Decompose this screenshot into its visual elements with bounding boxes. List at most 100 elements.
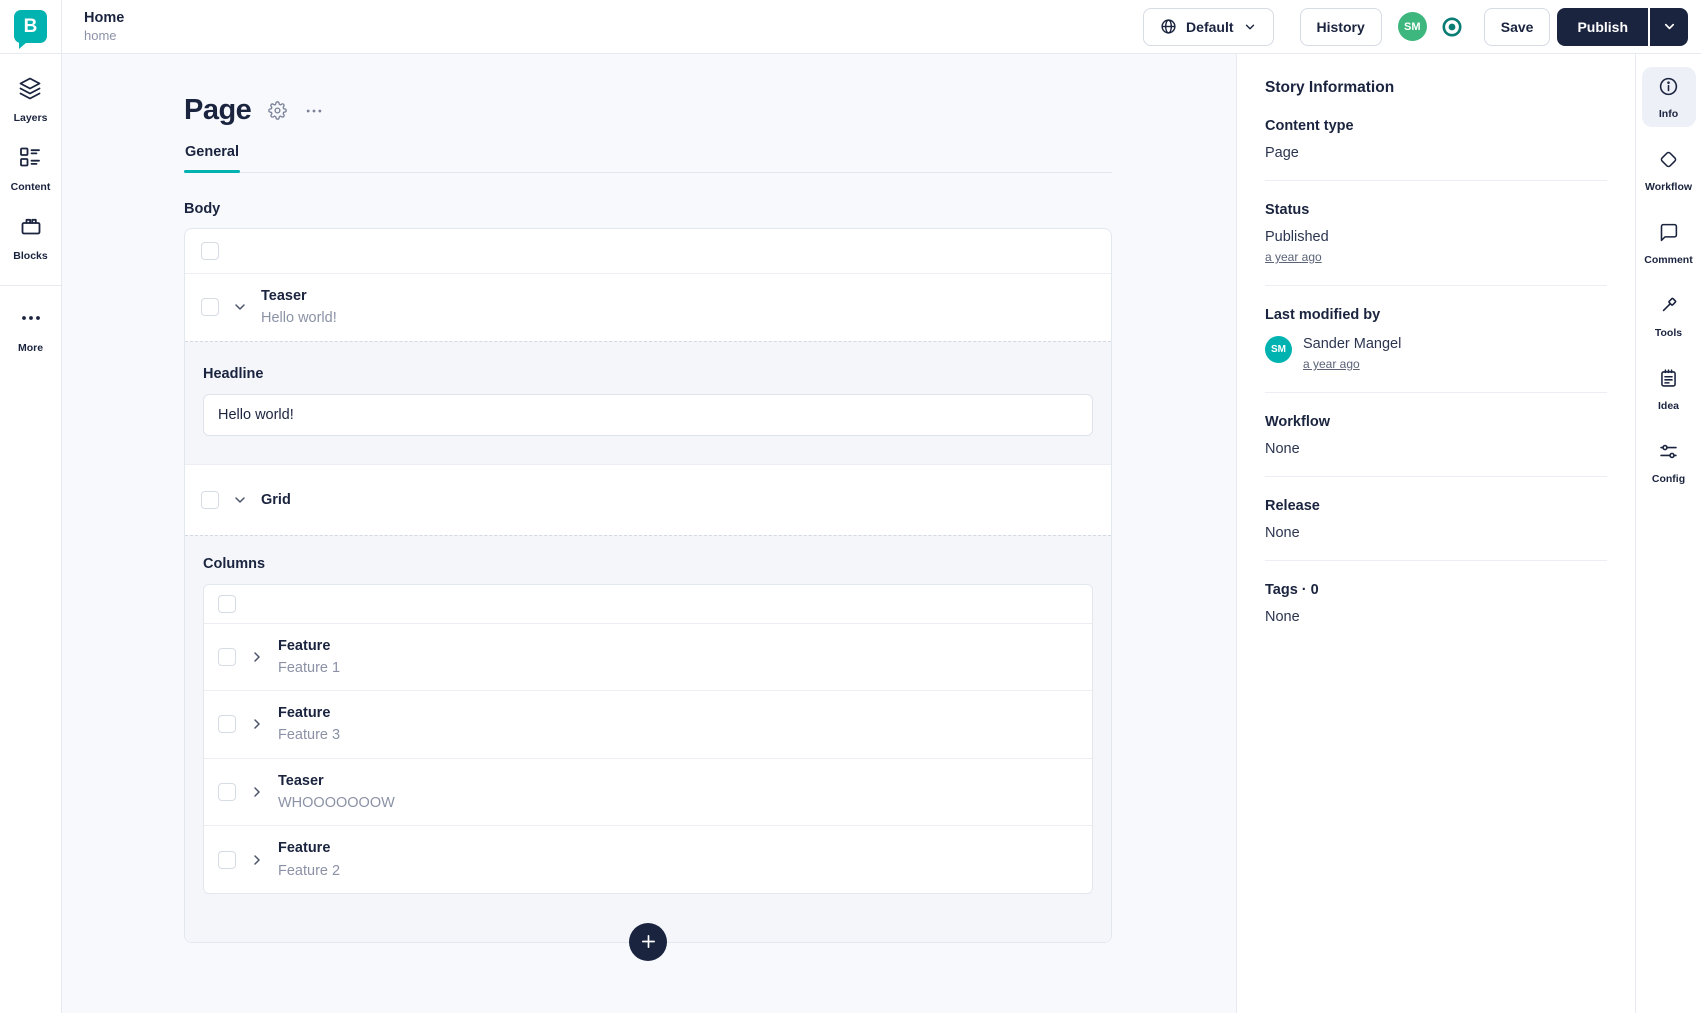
chevron-right-icon[interactable] <box>249 649 265 665</box>
ellipsis-menu-icon[interactable] <box>304 101 324 121</box>
column-block-row[interactable]: Feature Feature 1 <box>204 624 1092 692</box>
storyblok-logo[interactable]: B <box>14 10 47 49</box>
sliders-icon <box>1658 441 1679 467</box>
grid-expanded-section: Columns Feature Feature 1 Feature Featur… <box>185 534 1111 924</box>
block-name: Grid <box>261 491 291 508</box>
hammer-icon <box>1658 295 1679 321</box>
release-section: Release None <box>1265 477 1607 561</box>
headline-input[interactable] <box>203 393 1093 436</box>
chevron-down-icon[interactable] <box>232 299 248 315</box>
workflow-diamond-icon <box>1658 149 1679 175</box>
gear-icon[interactable] <box>268 101 288 120</box>
page-title-row: Page <box>184 54 1112 127</box>
rail-item-label: Tools <box>1654 327 1683 339</box>
workflow-value: None <box>1265 441 1300 457</box>
storyblok-logo-letter: B <box>23 15 38 37</box>
column-block-row[interactable]: Feature Feature 3 <box>204 691 1092 759</box>
sidebar-item-more[interactable]: More <box>18 306 43 354</box>
header-actions: Default History SM Save Publish <box>1143 7 1701 46</box>
sidebar-item-label: Blocks <box>13 250 48 262</box>
rail-item-label: Idea <box>1657 400 1679 412</box>
sidebar-item-content[interactable]: Content <box>10 145 51 193</box>
select-all-row <box>185 229 1111 274</box>
columns-card: Feature Feature 1 Feature Feature 3 Teas… <box>203 583 1093 894</box>
block-checkbox[interactable] <box>218 715 236 734</box>
info-icon <box>1658 76 1679 102</box>
select-all-row <box>204 585 1092 624</box>
block-checkbox[interactable] <box>201 490 219 509</box>
block-checkbox[interactable] <box>218 647 236 666</box>
rail-item-label: Workflow <box>1644 181 1693 193</box>
rail-item-info[interactable]: Info <box>1641 67 1696 127</box>
language-selector-label: Default <box>1186 18 1234 35</box>
teaser-block-row[interactable]: Teaser Hello world! <box>185 274 1111 341</box>
language-selector-button[interactable]: Default <box>1143 7 1274 46</box>
tab-general[interactable]: General <box>184 144 240 173</box>
user-avatar[interactable]: SM <box>1397 12 1427 41</box>
layers-icon <box>18 76 42 105</box>
block-preview: WHOOOOOOOW <box>278 795 395 812</box>
editor-main-area: Page General Body Teaser Hello world! He… <box>62 54 1236 1013</box>
sidebar-item-label: Content <box>10 181 51 193</box>
logo-cell: B <box>0 0 62 53</box>
block-name: Feature <box>278 840 331 857</box>
history-button-label: History <box>1316 18 1365 35</box>
block-name: Teaser <box>278 772 324 789</box>
block-checkbox[interactable] <box>201 298 219 317</box>
content-list-icon <box>18 145 42 174</box>
notepad-icon <box>1658 368 1679 394</box>
rail-item-idea[interactable]: Idea <box>1642 359 1696 419</box>
sidebar-item-label: More <box>17 342 44 354</box>
chevron-down-icon[interactable] <box>232 492 248 508</box>
rail-item-tools[interactable]: Tools <box>1642 286 1696 346</box>
publish-button[interactable]: Publish <box>1557 7 1648 46</box>
rail-item-config[interactable]: Config <box>1642 432 1696 492</box>
status-value: Published <box>1265 229 1329 245</box>
plus-icon <box>641 935 655 949</box>
block-checkbox[interactable] <box>218 783 236 802</box>
sidebar-divider <box>0 285 62 286</box>
block-preview: Feature 2 <box>278 862 341 879</box>
modified-time-link[interactable]: a year ago <box>1303 357 1360 371</box>
rail-item-label: Comment <box>1644 254 1693 266</box>
body-blocks-card: Teaser Hello world! Headline Grid Column… <box>184 228 1112 961</box>
tags-section: Tags · 0 None <box>1265 561 1607 644</box>
column-block-row[interactable]: Feature Feature 2 <box>204 826 1092 893</box>
sidebar-item-layers[interactable]: Layers <box>14 76 47 124</box>
block-preview: Feature 1 <box>278 659 341 676</box>
body-field-label: Body <box>184 201 221 217</box>
tags-value: None <box>1265 609 1300 625</box>
history-button[interactable]: History <box>1299 7 1382 46</box>
block-checkbox[interactable] <box>218 850 236 869</box>
left-navigation-rail: Layers Content Blocks More <box>0 54 62 1013</box>
sidebar-item-blocks[interactable]: Blocks <box>13 214 48 262</box>
block-name: Teaser <box>261 288 307 304</box>
add-block-button[interactable] <box>629 922 667 961</box>
rail-item-comment[interactable]: Comment <box>1642 213 1696 273</box>
chevron-right-icon[interactable] <box>249 716 265 732</box>
block-name: Feature <box>278 705 331 722</box>
right-tool-rail: Info Workflow Comment Tools Idea Config <box>1635 54 1701 1013</box>
rail-item-workflow[interactable]: Workflow <box>1642 140 1696 200</box>
last-modified-section: Last modified by SM Sander Mangel a year… <box>1265 286 1607 393</box>
save-button[interactable]: Save <box>1483 7 1551 46</box>
content-type-section: Content type Page <box>1265 97 1607 181</box>
select-all-checkbox[interactable] <box>218 594 236 613</box>
chevron-down-icon <box>1664 23 1674 30</box>
grid-block-row[interactable]: Grid <box>185 463 1111 535</box>
status-section: Status Published a year ago <box>1265 181 1607 286</box>
chevron-right-icon[interactable] <box>249 784 265 800</box>
presence-indicator-icon[interactable] <box>1440 15 1464 39</box>
block-name: Feature <box>278 637 331 654</box>
select-all-checkbox[interactable] <box>201 242 219 260</box>
block-brick-icon <box>19 214 43 243</box>
status-time-link[interactable]: a year ago <box>1265 250 1322 264</box>
block-preview: Hello world! <box>261 310 337 327</box>
comment-bubble-icon <box>1658 222 1679 248</box>
chevron-down-icon <box>1243 20 1257 34</box>
publish-dropdown-button[interactable] <box>1650 7 1688 46</box>
column-block-row[interactable]: Teaser WHOOOOOOOW <box>204 759 1092 827</box>
page-title: Page <box>184 94 252 126</box>
chevron-right-icon[interactable] <box>249 852 265 868</box>
release-label: Release <box>1265 498 1320 514</box>
